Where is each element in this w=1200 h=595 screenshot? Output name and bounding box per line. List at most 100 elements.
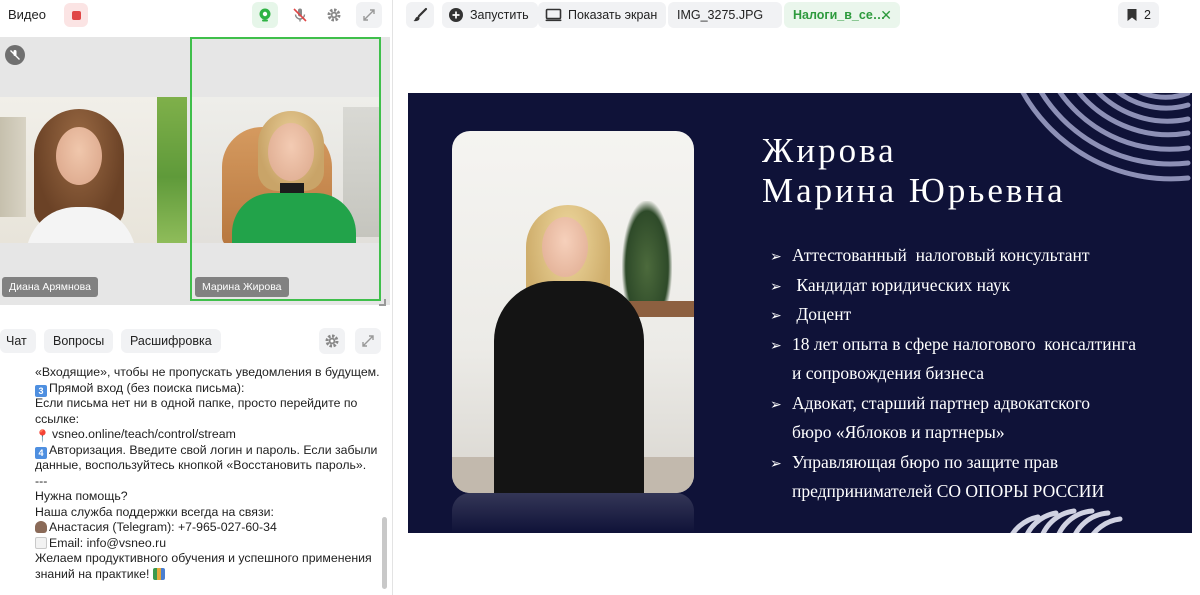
close-icon[interactable]: ✕: [880, 2, 892, 28]
expand-icon: [362, 335, 374, 347]
slide-bullet-text: 18 лет опыта в сфере налогового консалти…: [792, 333, 1136, 354]
arrow-bullet-icon: ➢: [770, 250, 782, 265]
arrow-bullet-icon: ➢: [770, 309, 782, 324]
decorative-arcs-bottom: [1010, 508, 1123, 533]
chat-message-line: Анастасия (Telegram): +7-965-027-60-34: [35, 520, 277, 536]
launch-label: Запустить: [470, 8, 529, 22]
chat-line-text: ссылке:: [35, 411, 80, 426]
chat-line-text: Желаем продуктивного обучения и успешног…: [35, 551, 372, 565]
books-icon: [152, 567, 165, 580]
microphone-muted-icon: [293, 8, 307, 22]
chat-line-text: Если письма нет ни в одной папке, просто…: [35, 396, 358, 410]
tab-questions[interactable]: Вопросы: [44, 329, 114, 353]
speaker-photo: [452, 131, 694, 493]
app-window: Видео Диана Арямнова Марина Жирова Чат В…: [0, 0, 1200, 595]
launch-button[interactable]: Запустить: [442, 2, 538, 28]
pin-icon: 📍: [35, 429, 50, 443]
bookmark-icon: [1127, 9, 1137, 21]
chat-settings-button[interactable]: [319, 328, 345, 354]
participant-name-tag: Диана Арямнова: [2, 277, 98, 297]
chat-expand-button[interactable]: [355, 328, 381, 354]
video-settings-button[interactable]: [321, 2, 347, 28]
chat-messages: «Входящие», чтобы не пропускать уведомле…: [0, 361, 380, 593]
chat-message-line: данные, воспользуйтесь кнопкой «Восстано…: [35, 458, 366, 474]
share-screen-label: Показать экран: [568, 8, 658, 22]
slide-title-name: Марина Юрьевна: [762, 171, 1066, 210]
photo-reflection: [452, 493, 694, 533]
slide-bullet: ➢ Доцент: [770, 304, 851, 325]
video-label: Видео: [8, 7, 46, 22]
monitor-icon: [545, 8, 562, 22]
camera-icon: [259, 8, 271, 22]
chat-scrollbar[interactable]: [382, 517, 387, 589]
slide-bullet-text: Управляющая бюро по защите прав: [792, 451, 1059, 472]
share-screen-button[interactable]: Показать экран: [538, 2, 667, 28]
microphone-toggle-button[interactable]: [287, 2, 313, 28]
arrow-bullet-icon: ➢: [770, 397, 782, 413]
slide-bullet: ➢ Аттестованный налоговый консультант: [770, 245, 1090, 266]
chat-line-text: данные, воспользуйтесь кнопкой «Восстано…: [35, 458, 367, 472]
expand-icon: [363, 9, 375, 21]
camera-toggle-button[interactable]: [252, 2, 278, 28]
muted-badge: [5, 45, 25, 65]
person-icon: [35, 521, 47, 533]
participant-name-tag: Марина Жирова: [195, 277, 289, 297]
slide-bullet: предпринимателей СО ОПОРЫ РОССИИ: [770, 481, 1104, 502]
chat-message-line: знаний на практике!: [35, 567, 167, 583]
presentation-toolbar: Запустить Показать экран IMG_3275.JPG На…: [398, 0, 1200, 30]
tab-chat[interactable]: Чат: [0, 329, 36, 353]
arrow-bullet-icon: ➢: [770, 338, 782, 354]
participant-video-2-active[interactable]: Марина Жирова: [190, 37, 381, 301]
keycap-3-icon: 3: [35, 384, 47, 397]
chat-line-text: Наша служба поддержки всегда на связи:: [35, 504, 274, 519]
video-grid: Диана Арямнова Марина Жирова: [0, 37, 390, 305]
decorative-arcs: [1020, 93, 1191, 182]
slide-bullet-text: Кандидат юридических наук: [792, 274, 1011, 295]
file-tab-image[interactable]: IMG_3275.JPG: [668, 2, 782, 28]
slide-bullet-text: предпринимателей СО ОПОРЫ РОССИИ: [792, 481, 1105, 501]
gear-icon: [325, 334, 339, 348]
slide-bullet: ➢ Управляющая бюро по защите прав: [770, 452, 1058, 473]
chat-line-text: Авторизация. Введите свой логин и пароль…: [49, 442, 378, 457]
panel-divider[interactable]: [392, 0, 393, 595]
tab-transcript[interactable]: Расшифровка: [121, 329, 221, 353]
chat-line-text: «Входящие», чтобы не пропускать уведомле…: [35, 365, 380, 379]
draw-tool-button[interactable]: [406, 2, 434, 28]
resize-handle[interactable]: [379, 299, 386, 306]
chat-message-line: «Входящие», чтобы не пропускать уведомле…: [35, 365, 380, 381]
slide-bullet: ➢ Кандидат юридических наук: [770, 275, 1010, 296]
slide-bullet-text: бюро «Яблоков и партнеры»: [792, 422, 1005, 442]
arrow-bullet-icon: ➢: [770, 456, 782, 472]
slide-bullet: ➢ Адвокат, старший партнер адвокатского: [770, 393, 1090, 414]
slide-bullet-text: и сопровождения бизнеса: [792, 363, 984, 383]
chat-line-text: знаний на практике!: [35, 566, 150, 581]
chat-message-line: Email: info@vsneo.ru: [35, 536, 166, 552]
arrow-bullet-icon: ➢: [770, 279, 782, 295]
bookmark-count: 2: [1144, 8, 1151, 22]
video-expand-button[interactable]: [356, 2, 382, 28]
mail-icon: [35, 536, 47, 549]
file-tab-label: Налоги_в_се…: [793, 8, 886, 22]
chat-message-line: Наша служба поддержки всегда на связи:: [35, 505, 274, 521]
video-toolbar: Видео: [0, 0, 392, 30]
chat-message-line: Желаем продуктивного обучения и успешног…: [35, 551, 372, 567]
chat-message-line: ссылке:: [35, 412, 79, 428]
record-stop-button[interactable]: [64, 3, 88, 27]
participant-video-1[interactable]: [0, 97, 187, 243]
slide-bullet: бюро «Яблоков и партнеры»: [770, 422, 1005, 443]
chat-line-text: Нужна помощь?: [35, 489, 128, 503]
chat-message-line: 4 Авторизация. Введите свой логин и парол…: [35, 443, 377, 459]
slide-title-surname: Жирова: [762, 131, 897, 170]
slide-bullet-text: Доцент: [792, 304, 852, 324]
chat-line-text: ---: [35, 473, 48, 488]
plus-circle-icon: [449, 8, 463, 22]
chat-message-line: Если письма нет ни в одной папке, просто…: [35, 396, 357, 412]
stop-icon: [71, 10, 81, 20]
slide-bullet: ➢ 18 лет опыта в сфере налогового консалт…: [770, 334, 1136, 355]
file-tab-presentation-active[interactable]: Налоги_в_се… ✕: [784, 2, 900, 28]
chat-message-line: Нужна помощь?: [35, 489, 128, 505]
gear-icon: [327, 8, 341, 22]
chat-message-line: ---: [35, 474, 47, 490]
chat-line-text: Прямой вход (без поиска письма):: [49, 380, 245, 395]
bookmarks-button[interactable]: 2: [1118, 2, 1159, 28]
